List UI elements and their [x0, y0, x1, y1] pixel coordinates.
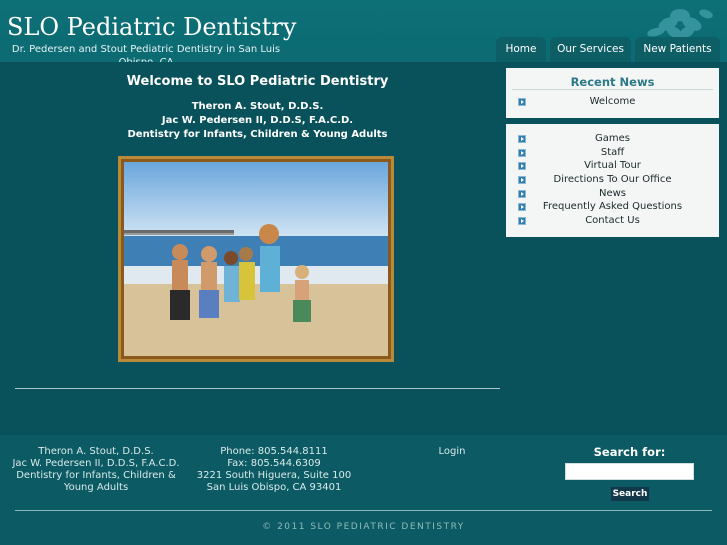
sidebar-item-label: Contact Us: [585, 215, 640, 226]
arrow-bullet-icon: [518, 162, 526, 170]
sidebar-item-label: Frequently Asked Questions: [542, 201, 683, 212]
doctor-2-name: Jac W. Pedersen II, D.D.S, F.A.C.D.: [161, 115, 354, 126]
tab-our-services[interactable]: Our Services: [550, 37, 631, 62]
footer-contact-info: Phone: 805.544.8111 Fax: 805.544.6309 32…: [192, 446, 356, 494]
sidebar-item-directions[interactable]: Directions To Our Office: [506, 173, 719, 187]
sidebar-item-news[interactable]: News: [506, 187, 719, 201]
news-item-welcome[interactable]: Welcome: [506, 95, 719, 109]
footer-line: Young Adults: [63, 482, 129, 493]
site-subtitle: Dr. Pedersen and Stout Pediatric Dentist…: [11, 44, 281, 62]
search-label: Search for:: [593, 445, 666, 459]
sidebar-item-virtual-tour[interactable]: Virtual Tour: [506, 159, 719, 173]
footer-address-2: San Luis Obispo, CA 93401: [206, 482, 342, 493]
site-title[interactable]: SLO Pediatric Dentistry: [7, 13, 296, 41]
sidebar-item-label: Staff: [600, 147, 625, 158]
sidebar-item-label: Games: [595, 133, 630, 144]
welcome-heading: Welcome to SLO Pediatric Dentistry: [126, 74, 389, 89]
flower-icon: [647, 9, 713, 38]
arrow-bullet-icon: [518, 217, 526, 225]
content-divider: [15, 388, 500, 389]
sidebar-item-games[interactable]: Games: [506, 132, 719, 146]
header: SLO Pediatric Dentistry Dr. Pedersen and…: [0, 0, 727, 62]
sidebar-item-staff[interactable]: Staff: [506, 146, 719, 160]
practice-tagline: Dentistry for Infants, Children & Young …: [127, 129, 388, 140]
footer-line: Theron A. Stout, D.D.S.: [38, 446, 154, 457]
doctor-1-name: Theron A. Stout, D.D.S.: [191, 101, 324, 112]
arrow-bullet-icon: [518, 203, 526, 211]
sidebar-item-label: Directions To Our Office: [553, 174, 672, 185]
tab-home[interactable]: Home: [496, 37, 546, 62]
search-button[interactable]: Search: [611, 487, 649, 501]
copyright: © 2011 SLO PEDIATRIC DENTISTRY: [262, 522, 465, 532]
login-link[interactable]: Login: [422, 446, 482, 458]
arrow-bullet-icon: [518, 190, 526, 198]
search-input[interactable]: [565, 463, 694, 480]
footer-line: Jac W. Pedersen II, D.D.S, F.A.C.D.: [12, 458, 180, 469]
arrow-bullet-icon: [518, 135, 526, 143]
sidebar-item-label: News: [598, 188, 627, 199]
kids-beach-photo: [124, 162, 388, 356]
arrow-bullet-icon: [518, 98, 526, 106]
arrow-bullet-icon: [518, 176, 526, 184]
footer: Theron A. Stout, D.D.S. Jac W. Pedersen …: [0, 435, 727, 545]
recent-news-panel: Recent News Welcome: [506, 68, 719, 118]
footer-phone: Phone: 805.544.8111: [220, 446, 328, 457]
sidebar-item-contact-us[interactable]: Contact Us: [506, 214, 719, 228]
footer-address-1: 3221 South Higuera, Suite 100: [196, 470, 352, 481]
doctors-block: Theron A. Stout, D.D.S. Jac W. Pedersen …: [15, 100, 500, 142]
footer-divider: [15, 510, 712, 511]
news-item-label: Welcome: [589, 96, 636, 107]
main-content: Welcome to SLO Pediatric Dentistry Thero…: [0, 62, 727, 435]
recent-news-title: Recent News: [512, 68, 713, 90]
footer-line: Dentistry for Infants, Children &: [16, 470, 176, 481]
tab-new-patients[interactable]: New Patients: [635, 37, 720, 62]
quick-links-panel: Games Staff Virtual Tour Directions To O…: [506, 124, 719, 237]
sidebar-item-label: Virtual Tour: [584, 160, 641, 171]
sidebar-item-faq[interactable]: Frequently Asked Questions: [506, 200, 719, 214]
footer-fax: Fax: 805.544.6309: [227, 458, 321, 469]
footer-practice-info: Theron A. Stout, D.D.S. Jac W. Pedersen …: [12, 446, 180, 494]
photo-frame: [118, 156, 394, 362]
arrow-bullet-icon: [518, 149, 526, 157]
